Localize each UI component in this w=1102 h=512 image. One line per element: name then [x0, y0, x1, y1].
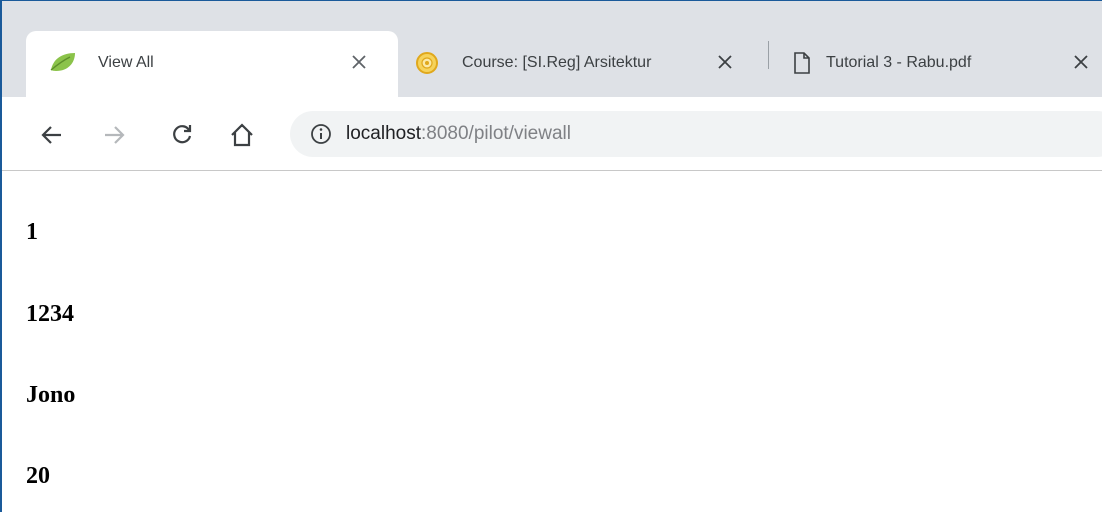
- university-seal-icon: [414, 51, 444, 74]
- tab-title: View All: [98, 54, 154, 71]
- url-text[interactable]: localhost:8080/pilot/viewall: [346, 122, 571, 146]
- tab-course[interactable]: Course: [SI.Reg] Arsitektur: [400, 31, 758, 97]
- pilot-id: 1: [26, 219, 38, 245]
- pilot-license-number: 1234: [26, 301, 74, 327]
- tab-view-all[interactable]: View All: [26, 31, 398, 97]
- tab-title: Tutorial 3 - Rabu.pdf: [826, 54, 972, 71]
- pilot-fly-hour: 20: [26, 463, 50, 489]
- tab-strip: View All Course: [SI.Reg] Arsitektur Tut…: [2, 1, 1102, 97]
- back-arrow-icon[interactable]: [36, 119, 68, 151]
- close-tab-icon[interactable]: [1068, 49, 1094, 75]
- document-icon: [792, 51, 822, 74]
- close-tab-icon[interactable]: [712, 49, 738, 75]
- info-icon[interactable]: [310, 123, 332, 145]
- address-bar[interactable]: localhost:8080/pilot/viewall: [290, 111, 1102, 157]
- tab-separator: [768, 41, 769, 69]
- tab-tutorial-pdf[interactable]: Tutorial 3 - Rabu.pdf: [778, 31, 1102, 97]
- reload-icon[interactable]: [166, 119, 198, 151]
- tab-title: Course: [SI.Reg] Arsitektur: [462, 54, 652, 71]
- close-tab-icon[interactable]: [346, 49, 372, 75]
- forward-arrow-icon[interactable]: [98, 119, 130, 151]
- home-icon[interactable]: [226, 119, 258, 151]
- url-path: :8080/pilot/viewall: [421, 123, 571, 144]
- pilot-name: Jono: [26, 382, 76, 408]
- browser-window: View All Course: [SI.Reg] Arsitektur Tut…: [0, 0, 1102, 512]
- browser-toolbar: localhost:8080/pilot/viewall: [2, 97, 1102, 171]
- leaf-icon: [48, 51, 78, 73]
- url-host: localhost: [346, 123, 421, 144]
